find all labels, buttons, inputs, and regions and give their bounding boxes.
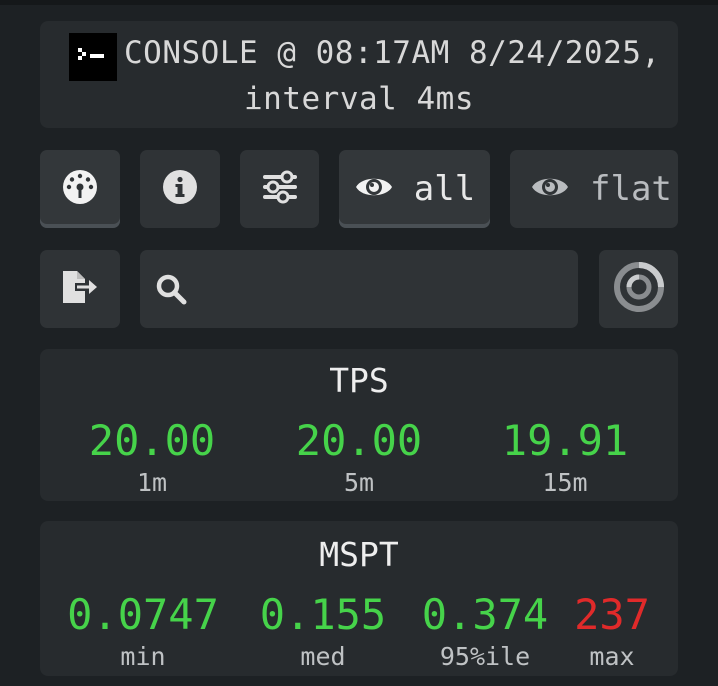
export-button[interactable] (40, 250, 120, 328)
mspt-value: 0.0747 (67, 590, 219, 639)
console-interval: interval 4ms (244, 81, 474, 117)
mspt-label: 95%ile (439, 642, 531, 671)
mspt-value: 0.155 (259, 590, 387, 639)
tps-label: 15m (542, 468, 588, 497)
tps-card: TPS 20.00 1m 20.00 5m 19.91 15m (40, 349, 678, 501)
terminal-icon (69, 33, 117, 81)
tps-value: 20.00 (295, 416, 423, 465)
mspt-label: min (120, 642, 166, 671)
mspt-value: 0.374 (421, 590, 549, 639)
tps-1m: 20.00 1m (72, 416, 232, 498)
gauge-button[interactable] (40, 150, 120, 228)
info-button[interactable] (140, 150, 220, 228)
mspt-title: MSPT (319, 535, 399, 574)
mspt-label: med (300, 642, 346, 671)
mspt-card: MSPT 0.0747 min 0.155 med 0.374 95%ile 2… (40, 521, 678, 676)
gauge-icon (62, 169, 98, 209)
eye-icon (354, 173, 394, 205)
settings-button[interactable] (240, 150, 319, 228)
loading-ring-icon (612, 260, 666, 318)
refresh-button[interactable] (599, 250, 678, 328)
top-edge (0, 0, 718, 5)
tps-title: TPS (329, 361, 389, 400)
tps-15m: 19.91 15m (485, 416, 645, 498)
mspt-95ile: 0.374 95%ile (410, 590, 560, 672)
file-export-icon (59, 269, 101, 309)
mspt-max: 237 max (567, 590, 657, 672)
mspt-label: max (589, 642, 635, 671)
console-title: CONSOLE @ 08:17AM 8/24/2025, (124, 35, 661, 71)
mspt-min: 0.0747 min (58, 590, 228, 672)
tps-5m: 20.00 5m (279, 416, 439, 498)
mspt-med: 0.155 med (248, 590, 398, 672)
eye-icon (530, 173, 570, 205)
tps-label: 5m (343, 468, 375, 497)
search-icon (154, 272, 188, 310)
mspt-value: 237 (574, 590, 650, 639)
view-flat-button[interactable]: flat (510, 150, 678, 228)
tps-value: 19.91 (501, 416, 629, 465)
view-all-button[interactable]: all (339, 150, 490, 228)
sliders-icon (261, 169, 299, 209)
search-input[interactable] (196, 250, 566, 328)
view-all-label: all (413, 169, 476, 209)
tps-value: 20.00 (88, 416, 216, 465)
console-header: CONSOLE @ 08:17AM 8/24/2025, interval 4m… (40, 21, 678, 128)
search-field[interactable] (140, 250, 578, 328)
info-icon (162, 169, 198, 209)
tps-label: 1m (136, 468, 168, 497)
view-flat-label: flat (590, 169, 672, 209)
